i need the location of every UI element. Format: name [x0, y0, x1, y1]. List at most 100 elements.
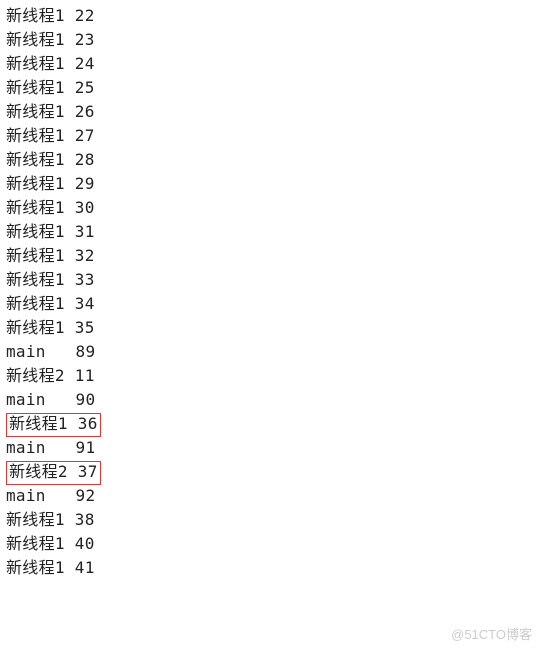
- output-line: 新线程1 25: [6, 76, 536, 100]
- thread-label: main: [6, 390, 46, 409]
- spacer: [68, 462, 78, 481]
- spacer: [65, 54, 75, 73]
- spacer: [65, 510, 75, 529]
- thread-label: 新线程1: [6, 102, 65, 121]
- output-line: 新线程1 38: [6, 508, 536, 532]
- output-entry: 新线程1 33: [6, 270, 95, 289]
- spacer: [65, 294, 75, 313]
- thread-label: 新线程2: [9, 462, 68, 481]
- counter-value: 33: [75, 270, 95, 289]
- output-entry: 新线程1 41: [6, 558, 95, 577]
- output-line: main 92: [6, 484, 536, 508]
- counter-value: 32: [75, 246, 95, 265]
- output-line: 新线程1 33: [6, 268, 536, 292]
- thread-label: 新线程1: [6, 270, 65, 289]
- counter-value: 29: [75, 174, 95, 193]
- output-line: 新线程2 37: [6, 460, 536, 484]
- thread-label: 新线程1: [6, 54, 65, 73]
- output-line: 新线程1 30: [6, 196, 536, 220]
- output-line: 新线程1 32: [6, 244, 536, 268]
- output-entry: 新线程1 32: [6, 246, 95, 265]
- spacer: [68, 414, 78, 433]
- counter-value: 24: [75, 54, 95, 73]
- spacer: [65, 558, 75, 577]
- counter-value: 38: [75, 510, 95, 529]
- output-entry: 新线程1 27: [6, 126, 95, 145]
- output-entry: 新线程1 25: [6, 78, 95, 97]
- output-line: 新线程2 11: [6, 364, 536, 388]
- thread-label: 新线程1: [6, 246, 65, 265]
- spacer: [65, 30, 75, 49]
- output-line: 新线程1 28: [6, 148, 536, 172]
- spacer: [46, 438, 76, 457]
- counter-value: 41: [75, 558, 95, 577]
- output-line: 新线程1 22: [6, 4, 536, 28]
- thread-label: main: [6, 342, 46, 361]
- spacer: [65, 198, 75, 217]
- console-output: 新线程1 22新线程1 23新线程1 24新线程1 25新线程1 26新线程1 …: [0, 0, 542, 580]
- output-entry: 新线程1 40: [6, 534, 95, 553]
- output-line: main 90: [6, 388, 536, 412]
- output-entry: 新线程2 11: [6, 366, 95, 385]
- spacer: [46, 342, 76, 361]
- thread-label: 新线程1: [6, 510, 65, 529]
- spacer: [65, 174, 75, 193]
- output-line: 新线程1 27: [6, 124, 536, 148]
- spacer: [46, 486, 76, 505]
- output-entry: main 91: [6, 438, 95, 457]
- thread-label: 新线程1: [9, 414, 68, 433]
- counter-value: 27: [75, 126, 95, 145]
- spacer: [65, 246, 75, 265]
- thread-label: 新线程1: [6, 174, 65, 193]
- spacer: [65, 6, 75, 25]
- output-entry: 新线程1 28: [6, 150, 95, 169]
- counter-value: 89: [76, 342, 96, 361]
- counter-value: 31: [75, 222, 95, 241]
- thread-label: main: [6, 438, 46, 457]
- counter-value: 25: [75, 78, 95, 97]
- output-entry: 新线程1 38: [6, 510, 95, 529]
- output-entry: 新线程1 22: [6, 6, 95, 25]
- thread-label: 新线程1: [6, 30, 65, 49]
- thread-label: 新线程1: [6, 558, 65, 577]
- thread-label: 新线程1: [6, 222, 65, 241]
- counter-value: 35: [75, 318, 95, 337]
- thread-label: 新线程1: [6, 78, 65, 97]
- counter-value: 26: [75, 102, 95, 121]
- output-line: 新线程1 40: [6, 532, 536, 556]
- counter-value: 36: [78, 414, 98, 433]
- output-line: 新线程1 26: [6, 100, 536, 124]
- spacer: [65, 102, 75, 121]
- output-entry: main 90: [6, 390, 95, 409]
- thread-label: 新线程1: [6, 294, 65, 313]
- output-entry: main 92: [6, 486, 95, 505]
- thread-label: 新线程1: [6, 534, 65, 553]
- output-entry: 新线程1 30: [6, 198, 95, 217]
- output-line: 新线程1 35: [6, 316, 536, 340]
- thread-label: 新线程1: [6, 318, 65, 337]
- counter-value: 28: [75, 150, 95, 169]
- output-line: 新线程1 29: [6, 172, 536, 196]
- counter-value: 92: [76, 486, 96, 505]
- counter-value: 11: [75, 366, 95, 385]
- thread-label: 新线程1: [6, 150, 65, 169]
- output-line: 新线程1 31: [6, 220, 536, 244]
- watermark: @51CTO博客: [451, 624, 532, 643]
- counter-value: 22: [75, 6, 95, 25]
- output-entry: 新线程1 35: [6, 318, 95, 337]
- output-entry: main 89: [6, 342, 95, 361]
- spacer: [65, 318, 75, 337]
- highlighted-entry: 新线程2 37: [6, 461, 101, 485]
- output-line: 新线程1 24: [6, 52, 536, 76]
- thread-label: 新线程1: [6, 198, 65, 217]
- output-line: 新线程1 41: [6, 556, 536, 580]
- counter-value: 37: [78, 462, 98, 481]
- counter-value: 34: [75, 294, 95, 313]
- output-line: 新线程1 23: [6, 28, 536, 52]
- output-line: main 89: [6, 340, 536, 364]
- spacer: [65, 78, 75, 97]
- highlighted-entry: 新线程1 36: [6, 413, 101, 437]
- counter-value: 91: [76, 438, 96, 457]
- counter-value: 40: [75, 534, 95, 553]
- output-line: main 91: [6, 436, 536, 460]
